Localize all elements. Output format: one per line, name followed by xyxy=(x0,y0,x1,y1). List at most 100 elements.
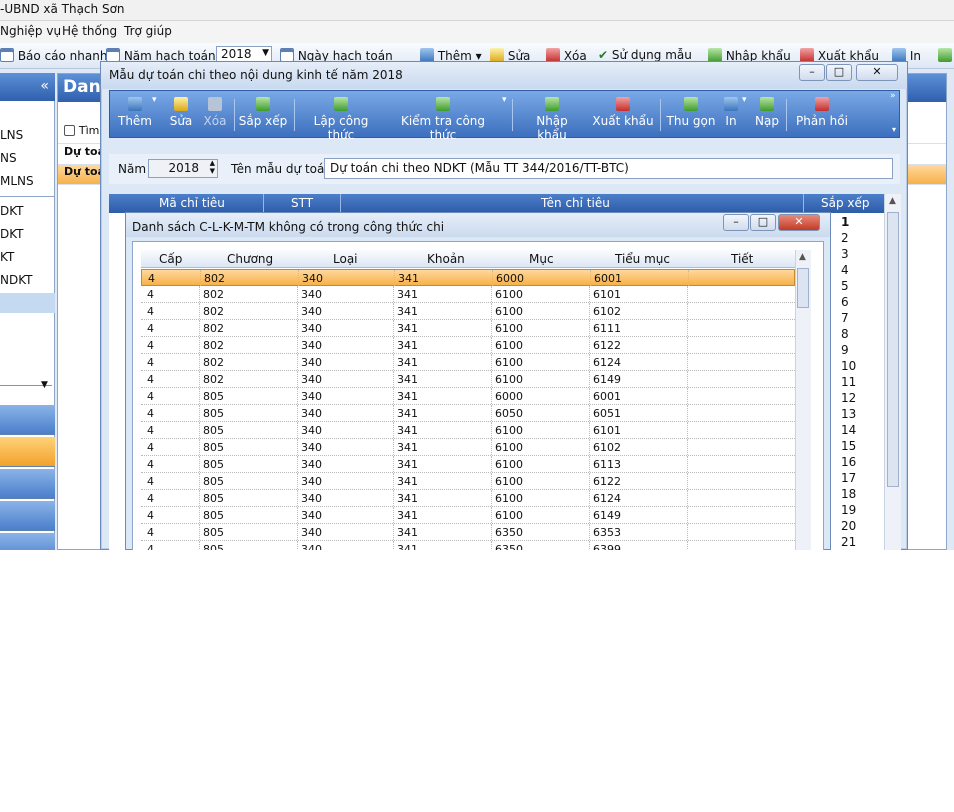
table-cell: 6102 xyxy=(593,305,621,318)
refresh-icon[interactable] xyxy=(938,48,952,63)
nam-label: Năm xyxy=(118,162,147,176)
ribbon-thu-gon-button[interactable]: Thu gọn xyxy=(666,95,716,135)
nav-item-dkt-2[interactable]: DKT xyxy=(0,227,24,241)
col-sap-xep[interactable]: Sắp xếp xyxy=(821,196,870,210)
main-grid-header: Mã chỉ tiêu STT Tên chỉ tiêu Sắp xếp xyxy=(109,194,898,213)
list-minimize-button[interactable]: – xyxy=(723,214,749,231)
megaphone-icon xyxy=(815,97,829,111)
nav-item-kt[interactable]: KT xyxy=(0,250,14,264)
ribbon-sap-xep-button[interactable]: Sắp xếp xyxy=(238,95,288,135)
list-maximize-button[interactable]: □ xyxy=(750,214,776,231)
col-loai[interactable]: Loại xyxy=(333,252,358,266)
col-muc[interactable]: Mục xyxy=(529,252,554,266)
chevron-down-icon[interactable]: ▾ xyxy=(742,95,747,105)
bao-cao-nhanh-button[interactable]: Báo cáo nhanh xyxy=(0,48,107,63)
table-row[interactable]: 4 805 340 341 6100 6122 xyxy=(141,473,795,490)
main-grid-scrollbar[interactable]: ▲ xyxy=(884,194,901,550)
menu-he-thong[interactable]: Hệ thống xyxy=(62,24,117,38)
table-row[interactable]: 4 805 340 341 6350 6353 xyxy=(141,524,795,541)
table-cell: 4 xyxy=(147,475,154,488)
chevron-down-icon[interactable]: ▾ xyxy=(502,95,507,105)
ribbon-xoa-button[interactable]: Xóa xyxy=(198,95,232,135)
table-row[interactable]: 4 802 340 341 6100 6101 xyxy=(141,286,795,303)
chevron-down-icon[interactable]: ▾ xyxy=(152,95,157,105)
list-close-button[interactable]: ✕ xyxy=(778,214,820,231)
list-grid-scrollbar[interactable]: ▲ xyxy=(795,250,811,550)
table-row[interactable]: 4 802 340 341 6100 6149 xyxy=(141,371,795,388)
nav-group-button-1[interactable] xyxy=(0,405,55,435)
collapse-icon[interactable]: « xyxy=(40,78,49,94)
col-stt[interactable]: STT xyxy=(291,196,313,210)
table-cell: 6350 xyxy=(495,543,523,550)
ribbon-nap-button[interactable]: Nạp xyxy=(752,95,782,135)
close-button[interactable]: ✕ xyxy=(856,64,898,81)
table-row[interactable]: 4 805 340 341 6350 6399 xyxy=(141,541,795,550)
table-cell: 341 xyxy=(397,441,418,454)
nav-item-lns[interactable]: LNS xyxy=(0,128,23,142)
table-row[interactable]: 4 805 340 341 6100 6102 xyxy=(141,439,795,456)
scroll-up-icon[interactable]: ▲ xyxy=(889,196,896,206)
nav-item-ns[interactable]: NS xyxy=(0,151,17,165)
scroll-thumb[interactable] xyxy=(887,212,899,487)
ribbon-them-button[interactable]: Thêm xyxy=(116,95,154,135)
col-khoan[interactable]: Khoản xyxy=(427,252,465,266)
nav-group-button-active[interactable] xyxy=(0,437,55,467)
ribbon-nhap-khau-button[interactable]: Nhập khẩu xyxy=(520,95,584,142)
ribbon-lap-cong-thuc-button[interactable]: Lập công thức xyxy=(300,95,382,142)
list-row-selected[interactable]: 4 802 340 341 6000 6001 xyxy=(141,269,795,286)
col-cap[interactable]: Cấp xyxy=(159,252,182,266)
table-row[interactable]: 4 802 340 341 6100 6102 xyxy=(141,303,795,320)
ribbon-kiem-tra-cong-thuc-button[interactable]: Kiểm tra công thức xyxy=(390,95,496,142)
table-cell: 340 xyxy=(301,543,322,550)
col-chuong[interactable]: Chương xyxy=(227,252,273,266)
nam-spinner[interactable]: 2018 ▲ ▼ xyxy=(148,159,218,178)
minimize-button[interactable]: – xyxy=(799,64,825,81)
search-icon xyxy=(436,97,450,111)
table-cell: 4 xyxy=(147,390,154,403)
table-cell: 805 xyxy=(203,543,224,550)
ribbon-phan-hoi-button[interactable]: Phản hồi xyxy=(794,95,850,135)
table-row[interactable]: 4 805 340 341 6100 6124 xyxy=(141,490,795,507)
maximize-button[interactable]: □ xyxy=(826,64,852,81)
scroll-up-icon[interactable]: ▲ xyxy=(799,252,806,262)
table-row[interactable]: 4 805 340 341 6100 6101 xyxy=(141,422,795,439)
nav-group-button-3[interactable] xyxy=(0,469,55,499)
table-cell: 6100 xyxy=(495,339,523,352)
su-dung-mau-button[interactable]: ✔ Sử dụng mẫu xyxy=(598,48,692,62)
table-cell: 341 xyxy=(397,407,418,420)
table-row[interactable]: 4 802 340 341 6100 6122 xyxy=(141,337,795,354)
table-cell: 341 xyxy=(397,288,418,301)
menu-tro-giup[interactable]: Trợ giúp xyxy=(124,24,172,38)
table-cell: 6122 xyxy=(593,475,621,488)
scroll-thumb[interactable] xyxy=(797,268,809,308)
table-row[interactable]: 4 805 340 341 6050 6051 xyxy=(141,405,795,422)
table-cell: 6149 xyxy=(593,373,621,386)
col-ma-chi-tieu[interactable]: Mã chỉ tiêu xyxy=(159,196,225,210)
table-row[interactable]: 4 805 340 341 6000 6001 xyxy=(141,388,795,405)
col-tieu-muc[interactable]: Tiểu mục xyxy=(615,252,670,266)
col-ten-chi-tieu[interactable]: Tên chỉ tiêu xyxy=(541,196,610,210)
ribbon-sua-button[interactable]: Sửa xyxy=(164,95,198,135)
import-icon xyxy=(545,97,559,111)
ribbon-xuat-khau-button[interactable]: Xuất khẩu xyxy=(592,95,654,135)
ribbon-expand-icon[interactable]: » xyxy=(890,91,896,101)
nav-item-dkt-1[interactable]: DKT xyxy=(0,204,24,218)
ribbon-in-button[interactable]: In xyxy=(718,95,744,135)
ribbon-options-icon[interactable]: ▾ xyxy=(892,125,896,134)
table-cell: 805 xyxy=(203,475,224,488)
chevron-down-icon[interactable]: ▼ xyxy=(41,380,48,390)
table-row[interactable]: 4 805 340 341 6100 6113 xyxy=(141,456,795,473)
menu-nghiep-vu[interactable]: Nghiệp vụ xyxy=(0,24,61,38)
ten-mau-input[interactable]: Dự toán chi theo NDKT (Mẫu TT 344/2016/T… xyxy=(324,158,893,179)
nav-item-ndkt[interactable]: NDKT xyxy=(0,273,32,287)
table-cell: 4 xyxy=(148,272,155,285)
nav-item-mlns[interactable]: MLNS xyxy=(0,174,34,188)
nav-group-button-5[interactable] xyxy=(0,533,55,550)
table-row[interactable]: 4 802 340 341 6100 6111 xyxy=(141,320,795,337)
col-tiet[interactable]: Tiết xyxy=(731,252,753,266)
nav-group-button-4[interactable] xyxy=(0,501,55,531)
spinner-arrows-icon[interactable]: ▲ ▼ xyxy=(210,159,215,175)
table-row[interactable]: 4 805 340 341 6100 6149 xyxy=(141,507,795,524)
nav-selected-row[interactable] xyxy=(0,293,55,313)
table-row[interactable]: 4 802 340 341 6100 6124 xyxy=(141,354,795,371)
